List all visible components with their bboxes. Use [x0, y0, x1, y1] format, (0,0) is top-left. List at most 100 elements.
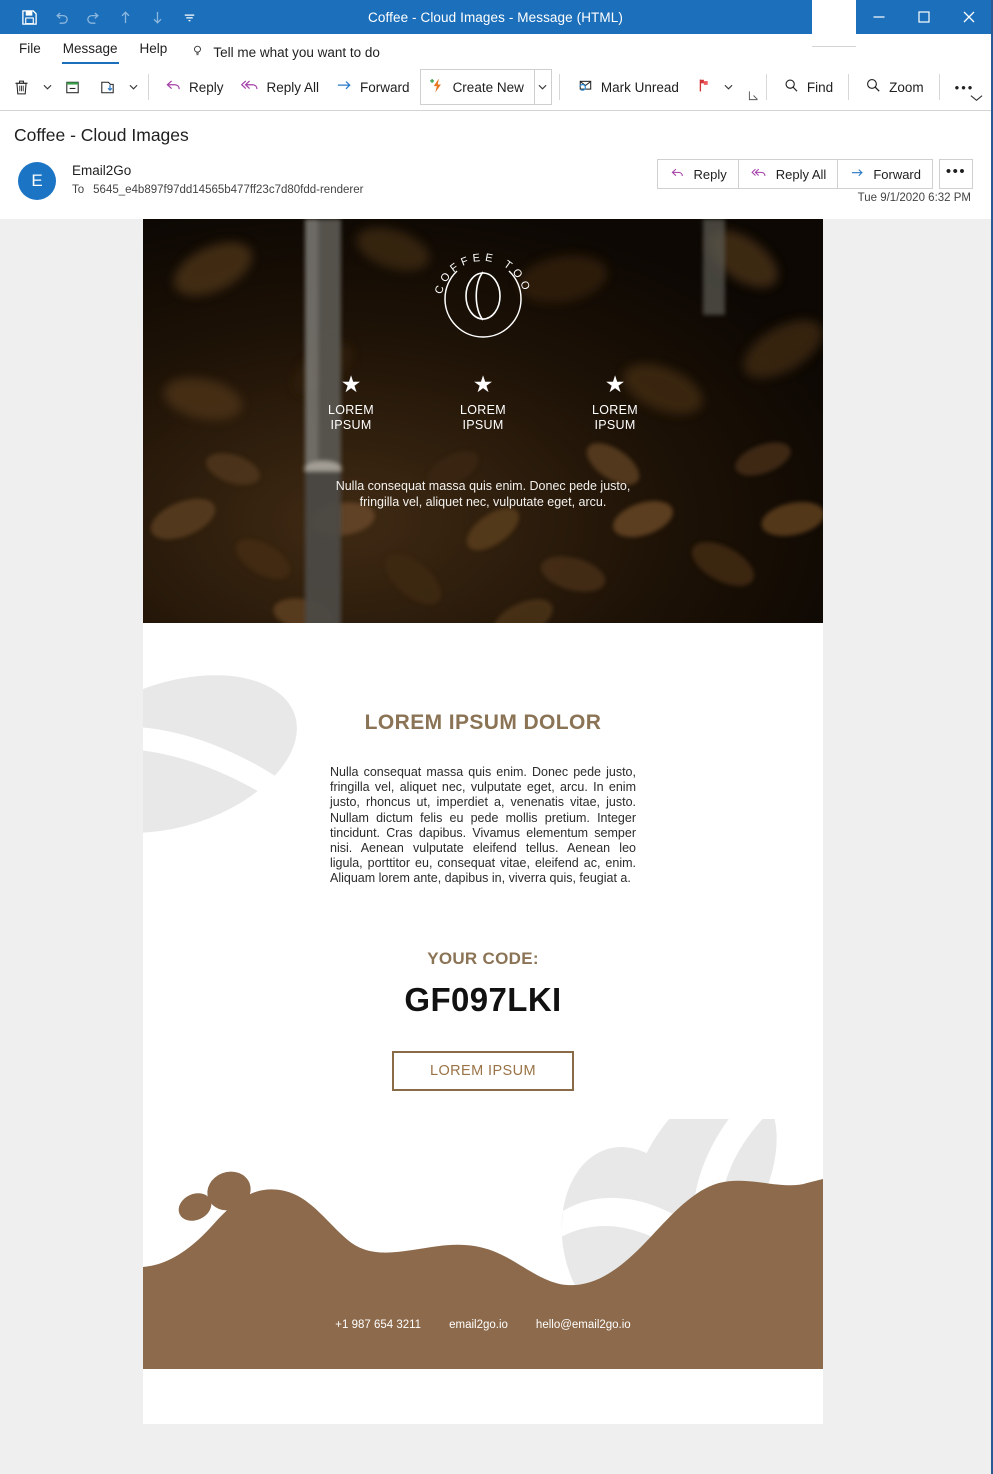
tab-help[interactable]: Help: [129, 36, 179, 64]
message-timestamp: Tue 9/1/2020 6:32 PM: [857, 192, 971, 204]
email-hero: COFFEE TOO ★ LOREM IPSUM ★ LOREM IPSUM ★…: [143, 219, 823, 623]
forward-icon: [849, 165, 866, 184]
to-label: To: [72, 184, 85, 196]
reply-all-label: Reply All: [266, 79, 320, 95]
tab-file[interactable]: File: [8, 36, 52, 64]
mark-unread-button[interactable]: Mark Unread: [567, 69, 687, 105]
zoom-button[interactable]: Zoom: [856, 69, 932, 105]
header-reply-all-label: Reply All: [775, 166, 827, 182]
move-dropdown-icon[interactable]: [125, 70, 141, 104]
reading-pane: Coffee - Cloud Images E Email2Go To 5645…: [0, 111, 991, 1474]
tags-dialog-launcher[interactable]: [737, 68, 759, 106]
ribbon-divider-3: [765, 74, 767, 100]
to-value[interactable]: 5645_e4b897f97dd14565b477ff23c7d80fdd-re…: [93, 184, 363, 196]
reply-all-button[interactable]: Reply All: [232, 69, 328, 105]
badge-line1: LOREM: [460, 403, 506, 417]
tab-message[interactable]: Message: [52, 36, 129, 64]
forward-icon: [335, 76, 354, 98]
quick-access-toolbar: [0, 3, 204, 31]
reply-label: Reply: [189, 79, 224, 95]
outlook-message-window: Coffee - Cloud Images - Message (HTML) F…: [0, 0, 993, 1474]
create-new-dropdown[interactable]: [533, 70, 551, 104]
header-forward-button[interactable]: Forward: [838, 160, 932, 188]
header-forward-label: Forward: [873, 166, 921, 182]
ribbon-divider-2: [558, 74, 560, 100]
forward-button[interactable]: Forward: [327, 69, 418, 105]
tell-me-search[interactable]: Tell me what you want to do: [178, 43, 390, 64]
star-icon: ★: [472, 371, 494, 397]
create-new-button[interactable]: Create New: [421, 69, 534, 105]
next-item-icon[interactable]: [142, 3, 172, 31]
badge-line1: LOREM: [592, 403, 638, 417]
close-button[interactable]: [946, 0, 991, 34]
header-reply-label: Reply: [693, 166, 727, 182]
header-reply-all-button[interactable]: Reply All: [739, 160, 839, 188]
footer-website[interactable]: email2go.io: [449, 1319, 508, 1331]
badge-line2: IPSUM: [330, 418, 372, 432]
zoom-icon: [864, 76, 883, 98]
minimize-button[interactable]: [856, 0, 901, 34]
message-header: E Email2Go To 5645_e4b897f97dd14565b477f…: [0, 156, 991, 212]
ribbon-divider-4: [848, 74, 850, 100]
create-new-group: Create New: [419, 69, 552, 105]
vertical-scrollbar[interactable]: [974, 219, 991, 1474]
recipient-row: To 5645_e4b897f97dd14565b477ff23c7d80fdd…: [72, 184, 363, 196]
reply-all-icon: [750, 165, 769, 184]
delete-dropdown-icon[interactable]: [39, 70, 55, 104]
section-body-text: Nulla consequat massa quis enim. Donec p…: [330, 765, 636, 886]
mark-unread-icon: [575, 76, 595, 98]
ribbon-display-options-icon[interactable]: [812, 0, 856, 47]
customize-quick-access-icon[interactable]: [174, 3, 204, 31]
ribbon-divider: [148, 74, 149, 100]
sender-name[interactable]: Email2Go: [72, 161, 363, 181]
email-content: COFFEE TOO ★ LOREM IPSUM ★ LOREM IPSUM ★…: [143, 219, 823, 1424]
lightbulb-icon: [190, 43, 205, 61]
footer-wave-graphic: [143, 1118, 823, 1369]
lightning-plus-icon: [428, 76, 447, 98]
message-subject: Coffee - Cloud Images: [14, 125, 189, 145]
footer-email[interactable]: hello@email2go.io: [536, 1319, 631, 1331]
move-to-button[interactable]: [90, 69, 125, 105]
zoom-label: Zoom: [889, 79, 924, 95]
search-icon: [782, 76, 801, 98]
title-bar: Coffee - Cloud Images - Message (HTML): [0, 0, 991, 47]
hero-content: COFFEE TOO ★ LOREM IPSUM ★ LOREM IPSUM ★…: [143, 219, 823, 623]
delete-button[interactable]: [4, 69, 39, 105]
previous-item-icon[interactable]: [110, 3, 140, 31]
find-label: Find: [806, 79, 834, 95]
header-actions: Reply Reply All Forward •••: [657, 159, 973, 189]
email-body-area: COFFEE TOO ★ LOREM IPSUM ★ LOREM IPSUM ★…: [0, 219, 991, 1474]
archive-button[interactable]: [55, 69, 90, 105]
find-button[interactable]: Find: [774, 69, 841, 105]
cta-button[interactable]: LOREM IPSUM: [392, 1050, 574, 1091]
follow-up-button[interactable]: [687, 69, 721, 105]
ribbon-divider-5: [938, 74, 940, 100]
mark-unread-label: Mark Unread: [600, 79, 679, 95]
maximize-button[interactable]: [901, 0, 946, 34]
avatar[interactable]: E: [18, 162, 56, 200]
section-title: LOREM IPSUM DOLOR: [364, 711, 602, 734]
header-reply-button[interactable]: Reply: [658, 160, 739, 188]
reply-button[interactable]: Reply: [156, 69, 232, 105]
hero-badge: ★ LOREM IPSUM: [579, 371, 651, 433]
reply-icon: [669, 165, 686, 184]
badge-line1: LOREM: [328, 403, 374, 417]
window-controls: [812, 0, 991, 47]
redo-icon[interactable]: [78, 3, 108, 31]
collapse-ribbon-icon[interactable]: [970, 89, 983, 107]
tell-me-label: Tell me what you want to do: [213, 44, 380, 60]
code-label: YOUR CODE:: [427, 948, 539, 968]
email-footer: +1 987 654 3211 email2go.io hello@email2…: [143, 1118, 823, 1369]
header-more-button[interactable]: •••: [939, 159, 973, 189]
footer-phone[interactable]: +1 987 654 3211: [335, 1319, 421, 1331]
hero-tagline: Nulla consequat massa quis enim. Donec p…: [335, 479, 631, 509]
hero-badge: ★ LOREM IPSUM: [447, 371, 519, 433]
ribbon-toolbar: Reply Reply All Forward Create New Mark …: [0, 64, 991, 111]
save-icon[interactable]: [14, 3, 44, 31]
follow-up-dropdown-icon[interactable]: [721, 70, 737, 104]
undo-icon[interactable]: [46, 3, 76, 31]
footer-contact-links: +1 987 654 3211 email2go.io hello@email2…: [143, 1319, 823, 1331]
reply-all-icon: [240, 76, 261, 98]
hero-badges: ★ LOREM IPSUM ★ LOREM IPSUM ★ LOREM IPSUM: [315, 371, 651, 433]
hero-badge: ★ LOREM IPSUM: [315, 371, 387, 433]
